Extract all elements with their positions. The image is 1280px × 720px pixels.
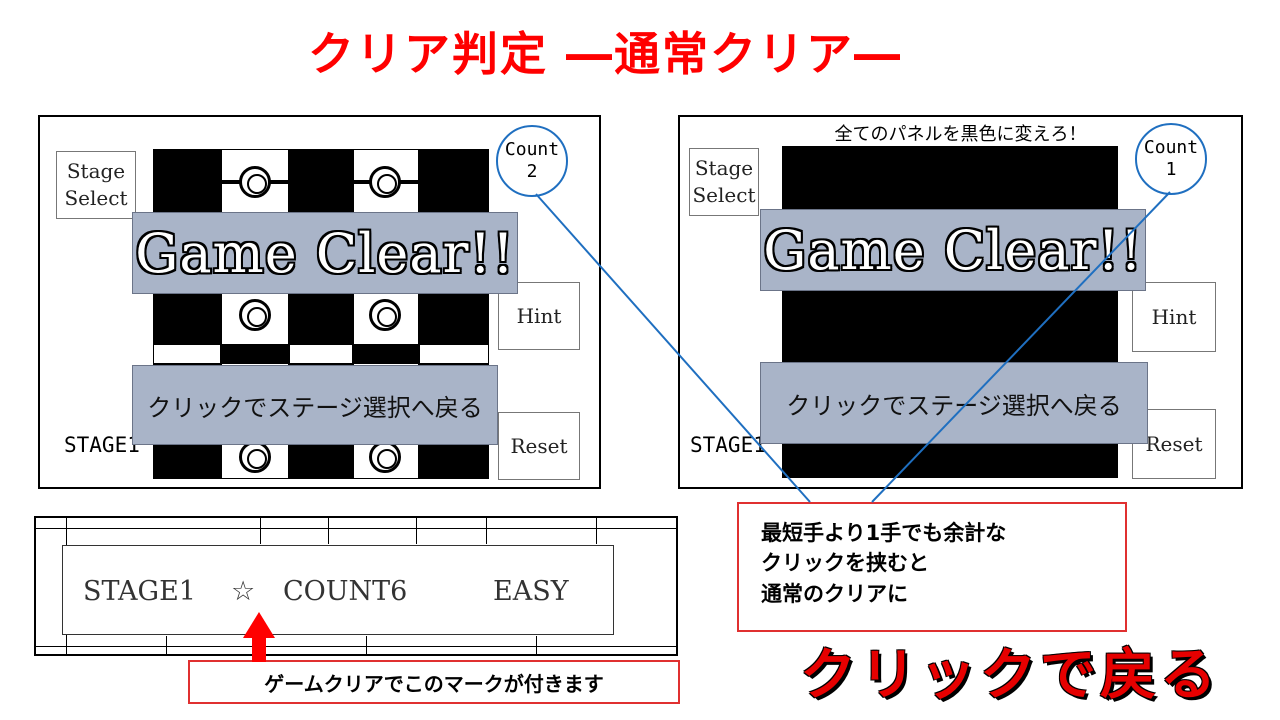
circle-node[interactable]	[369, 299, 401, 331]
game-screen-left: Stage Select Hint Reset STAGE1 Count 2 G…	[38, 115, 601, 489]
count-label: Count	[1143, 137, 1199, 159]
divider	[596, 518, 597, 544]
divider	[416, 518, 417, 544]
game-screen-right: 全てのパネルを黒色に変えろ！ Stage Select Hint Reset S…	[678, 115, 1243, 489]
clear-mark-callout: ゲームクリアでこのマークが付きます	[188, 660, 680, 704]
status-stage: STAGE1	[83, 576, 196, 607]
status-difficulty: EASY	[493, 576, 569, 607]
board-cell[interactable]	[419, 344, 489, 364]
divider	[166, 636, 167, 654]
clear-star-icon: ☆	[231, 576, 256, 607]
callout-line: 最短手より1手でも余計な	[761, 521, 1007, 545]
circle-node[interactable]	[369, 166, 401, 198]
board-cell[interactable]	[221, 344, 289, 364]
reset-button[interactable]: Reset	[498, 412, 580, 480]
count-bubble: Count 1	[1135, 123, 1207, 195]
status-count: COUNT6	[283, 576, 408, 607]
return-to-stage-select-banner[interactable]: クリックでステージ選択へ戻る	[132, 365, 498, 445]
circle-node[interactable]	[239, 299, 271, 331]
callout-line: 通常のクリアに	[761, 581, 908, 606]
page-title: クリア判定 ―通常クリア―	[307, 27, 902, 81]
divider	[366, 636, 367, 654]
divider	[328, 518, 329, 544]
stage-label: STAGE1	[64, 433, 140, 457]
count-bubble: Count 2	[496, 125, 568, 197]
divider	[260, 518, 261, 544]
count-label: Count	[504, 139, 560, 161]
game-clear-banner[interactable]: Game Clear!!	[760, 209, 1146, 291]
count-value: 2	[526, 161, 538, 182]
extra-click-callout: 最短手より1手でも余計な クリックを挟むと 通常のクリアに	[737, 502, 1127, 632]
board-cell[interactable]	[353, 344, 419, 364]
divider	[36, 646, 676, 647]
circle-node[interactable]	[239, 166, 271, 198]
circle-node[interactable]	[239, 441, 271, 473]
count-value: 1	[1165, 159, 1177, 180]
stage-select-button[interactable]: Stage Select	[689, 148, 759, 216]
callout-line: クリックを挟むと	[761, 551, 929, 576]
game-clear-banner[interactable]: Game Clear!!	[132, 212, 518, 294]
circle-node[interactable]	[369, 441, 401, 473]
divider	[36, 528, 676, 529]
stage-select-button[interactable]: Stage Select	[56, 151, 136, 219]
return-to-stage-select-banner[interactable]: クリックでステージ選択へ戻る	[760, 362, 1148, 444]
board-cell[interactable]	[289, 344, 353, 364]
divider	[536, 636, 537, 654]
click-to-return-caption: クリックで戻る	[800, 643, 1220, 708]
stage-status-bar[interactable]: STAGE1 ☆ COUNT6 EASY	[62, 545, 614, 635]
divider	[486, 518, 487, 544]
stage-select-list-snippet: STAGE1 ☆ COUNT6 EASY	[34, 516, 678, 656]
board-cell[interactable]	[153, 344, 221, 364]
stage-label: STAGE1	[690, 433, 766, 457]
hint-button[interactable]: Hint	[1132, 282, 1216, 352]
